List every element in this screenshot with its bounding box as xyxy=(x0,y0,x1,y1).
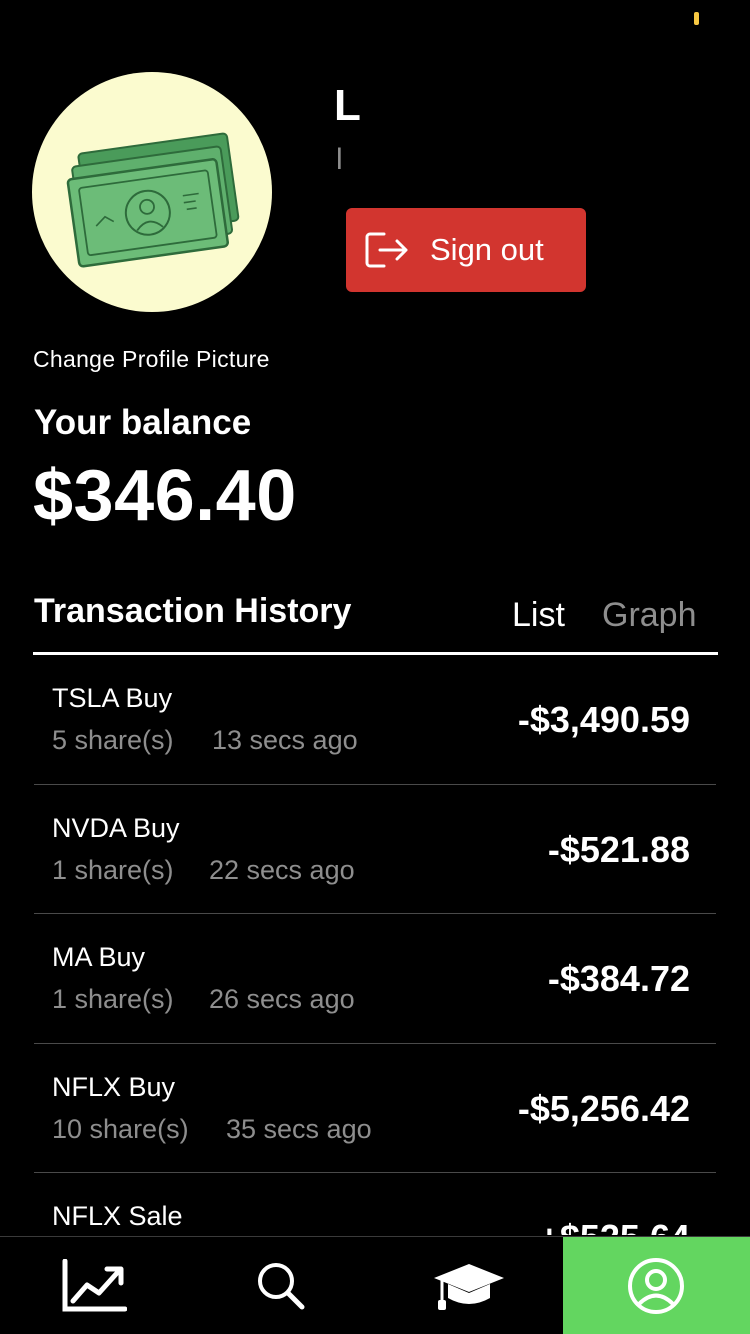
tab-profile[interactable] xyxy=(562,1237,750,1334)
transaction-name: NVDA Buy xyxy=(52,812,180,843)
transaction-amount: -$521.88 xyxy=(547,828,690,870)
transaction-name: NFLX Sale xyxy=(52,1201,183,1231)
tab-graph[interactable]: Graph xyxy=(602,596,697,635)
transaction-history-title: Transaction History xyxy=(34,592,352,630)
avatar[interactable] xyxy=(32,72,272,312)
tab-portfolio[interactable] xyxy=(0,1237,188,1334)
balance-value: $346.40 xyxy=(33,456,297,536)
transaction-row[interactable]: NVDA Buy 1 share(s) 22 secs ago -$521.88 xyxy=(34,785,716,914)
transaction-name: NFLX Buy xyxy=(52,1071,176,1102)
user-name: L xyxy=(334,81,361,130)
transaction-shares: 10 share(s) xyxy=(52,1113,189,1144)
transaction-name: TSLA Buy xyxy=(52,683,173,713)
tab-learn[interactable] xyxy=(375,1237,563,1334)
transaction-time: 35 secs ago xyxy=(226,1113,372,1144)
graduation-cap-icon xyxy=(433,1263,504,1310)
user-circle-icon xyxy=(628,1257,685,1314)
transaction-amount: -$384.72 xyxy=(547,958,690,999)
user-email: l xyxy=(336,143,343,176)
search-icon xyxy=(258,1262,305,1309)
transaction-shares: 1 share(s) xyxy=(52,984,174,1014)
sign-out-button[interactable]: Sign out xyxy=(346,208,586,292)
change-profile-picture-link[interactable]: Change Profile Picture xyxy=(33,346,270,373)
sign-out-label: Sign out xyxy=(430,232,544,267)
transaction-row[interactable]: NFLX Buy 10 share(s) 35 secs ago -$5,256… xyxy=(34,1044,716,1173)
transaction-amount: -$5,256.42 xyxy=(517,1087,690,1129)
balance-label: Your balance xyxy=(34,403,252,442)
sign-out-icon xyxy=(365,232,408,268)
chart-line-icon xyxy=(62,1258,127,1311)
transaction-amount: -$3,490.59 xyxy=(517,699,690,740)
recording-indicator xyxy=(694,12,699,25)
transaction-time: 22 secs ago xyxy=(209,854,355,885)
transaction-name: MA Buy xyxy=(52,942,146,972)
transaction-row[interactable]: MA Buy 1 share(s) 26 secs ago -$384.72 xyxy=(34,914,716,1044)
transaction-time: 13 secs ago xyxy=(212,725,358,755)
transaction-shares: 5 share(s) xyxy=(52,725,174,755)
transaction-time: 26 secs ago xyxy=(209,984,355,1014)
tab-list[interactable]: List xyxy=(512,596,565,635)
tab-search[interactable] xyxy=(188,1237,376,1334)
transaction-row[interactable]: NFLX Sale +$525.64 xyxy=(34,1173,716,1235)
money-bills-icon xyxy=(66,132,240,268)
transaction-shares: 1 share(s) xyxy=(52,854,174,885)
transaction-row[interactable]: TSLA Buy 5 share(s) 13 secs ago -$3,490.… xyxy=(34,655,716,785)
transaction-amount: +$525.64 xyxy=(539,1217,690,1235)
transaction-list[interactable]: TSLA Buy 5 share(s) 13 secs ago -$3,490.… xyxy=(34,655,716,1235)
bottom-tab-bar xyxy=(0,1236,750,1334)
